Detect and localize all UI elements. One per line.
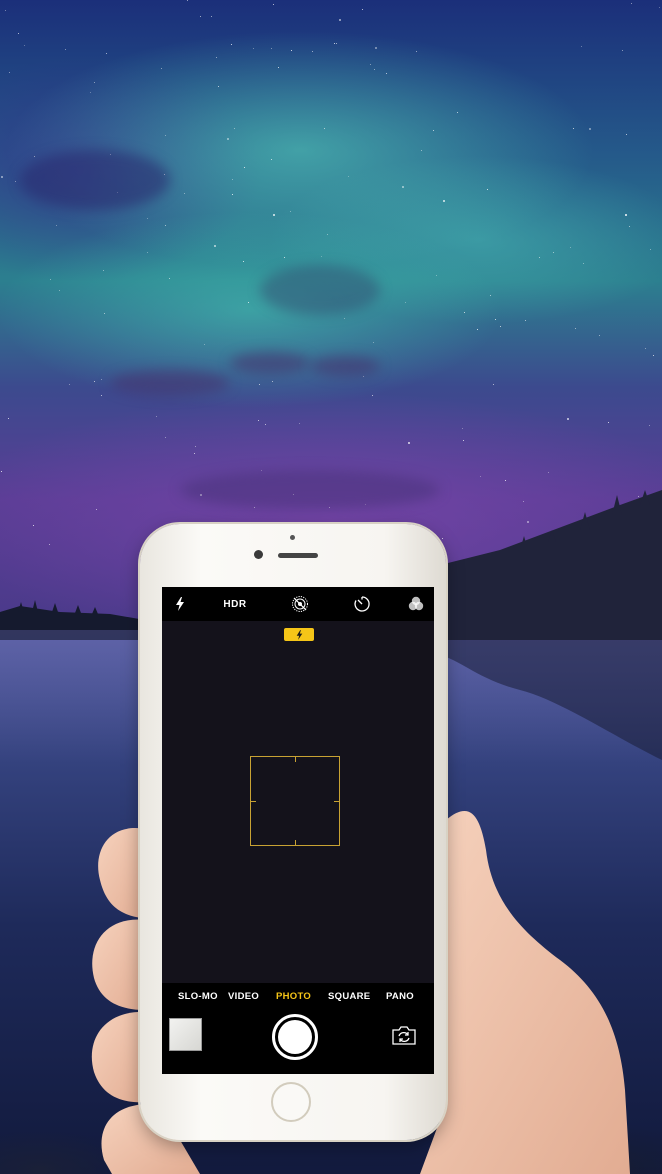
mode-selector: SLO-MO VIDEO PHOTO SQUARE PANO (162, 983, 434, 1009)
timer-icon (354, 596, 370, 612)
camera-bottom-bar: SLO-MO VIDEO PHOTO SQUARE PANO (162, 983, 434, 1074)
hdr-button[interactable]: HDR (220, 587, 250, 621)
home-button[interactable] (271, 1082, 311, 1122)
focus-square (250, 756, 340, 846)
mode-pano[interactable]: PANO (386, 991, 414, 1002)
live-photo-off-icon (292, 596, 308, 612)
viewfinder[interactable] (162, 621, 434, 983)
flash-icon (296, 629, 302, 640)
mode-video[interactable]: VIDEO (228, 991, 259, 1002)
proximity-sensor (290, 535, 295, 540)
camera-screen: HDR SLO-MO VIDEO PHOTO SQUARE PANO (162, 587, 434, 1074)
mode-square[interactable]: SQUARE (328, 991, 370, 1002)
live-photo-button[interactable] (290, 587, 310, 621)
camera-top-bar: HDR (162, 587, 434, 621)
mode-slo-mo[interactable]: SLO-MO (178, 991, 218, 1002)
flash-icon (176, 597, 184, 611)
shutter-button[interactable] (272, 1014, 318, 1060)
timer-button[interactable] (352, 587, 372, 621)
switch-camera-button[interactable] (390, 1025, 418, 1047)
iphone: HDR SLO-MO VIDEO PHOTO SQUARE PANO (140, 524, 446, 1140)
shutter-inner (278, 1020, 312, 1054)
hdr-label: HDR (223, 598, 247, 610)
flash-indicator (284, 628, 314, 641)
filters-button[interactable] (406, 587, 426, 621)
mode-photo[interactable]: PHOTO (276, 991, 311, 1002)
last-photo-thumbnail[interactable] (169, 1018, 202, 1051)
switch-camera-icon (392, 1026, 416, 1045)
front-camera (254, 550, 263, 559)
filters-icon (408, 596, 424, 611)
flash-toggle-button[interactable] (170, 587, 190, 621)
earpiece-speaker (278, 553, 318, 558)
